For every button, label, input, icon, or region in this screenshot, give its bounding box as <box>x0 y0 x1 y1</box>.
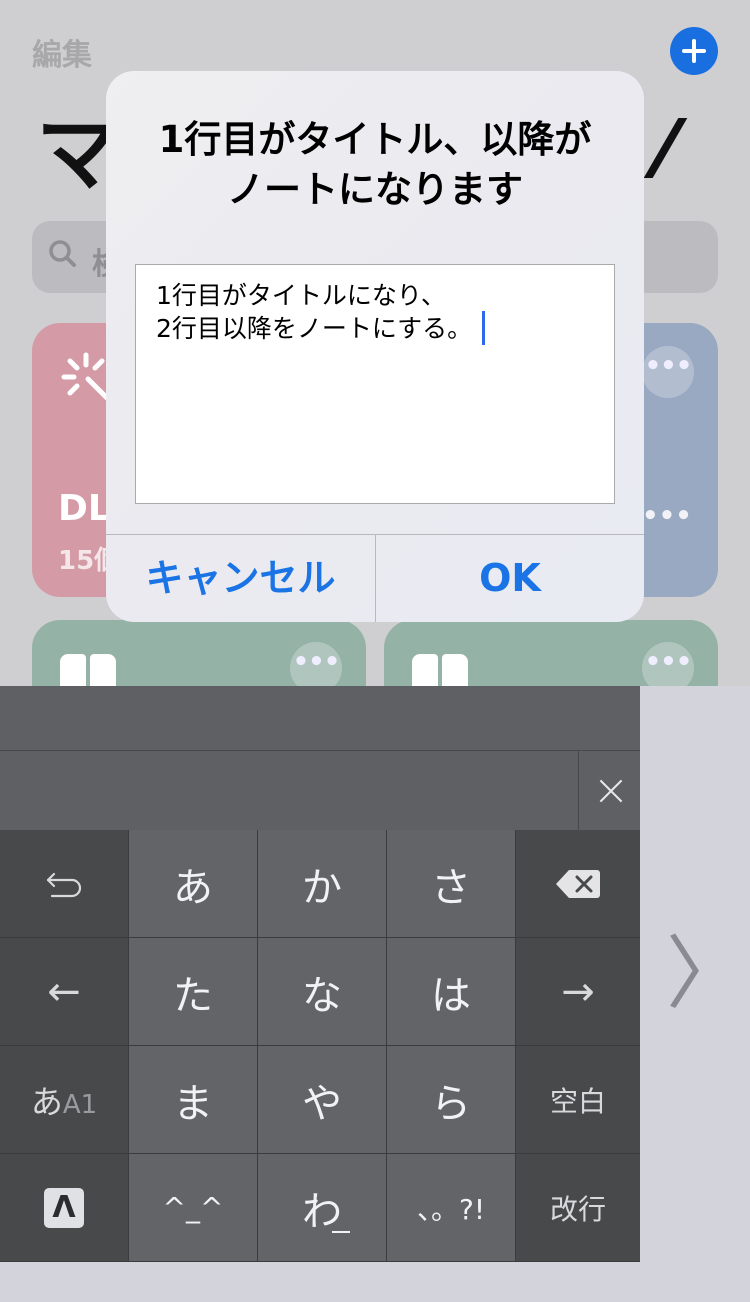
candidate-bar <box>0 686 640 750</box>
shortcut-card[interactable]: ••• <box>384 620 718 686</box>
key-wa-label: わ <box>302 1179 350 1237</box>
alert-dialog: 1行目がタイトル、以降が ノートになります 1行目がタイトルになり、 2行目以降を… <box>106 71 644 622</box>
more-icon[interactable]: ••• <box>642 346 694 398</box>
undo-icon <box>46 872 82 897</box>
more-icon[interactable]: ••• <box>642 642 694 686</box>
composition-bar <box>0 750 640 831</box>
add-shortcut-button[interactable] <box>670 27 718 75</box>
flick-keyboard: あ か さ ← た な は → あA1 ま や ら 空白 Λ ^_^ わ 、。?… <box>0 830 640 1262</box>
more-icon[interactable]: ••• <box>290 642 342 686</box>
chevron-right-icon[interactable]: 〉 <box>666 934 746 1014</box>
key-ha[interactable]: は <box>387 938 515 1045</box>
cursor-left-key[interactable]: ← <box>0 938 128 1045</box>
close-icon[interactable] <box>578 751 640 831</box>
key-punctuation[interactable]: 、。?! <box>387 1154 515 1261</box>
note-text-input[interactable]: 1行目がタイトルになり、 2行目以降をノートにする。 <box>135 264 615 504</box>
mode-alnum: A1 <box>62 1089 98 1120</box>
key-na[interactable]: な <box>258 938 386 1045</box>
ok-button[interactable]: OK <box>376 535 644 622</box>
key-wa[interactable]: わ <box>258 1154 386 1261</box>
note-text-value: 1行目がタイトルになり、 2行目以降をノートにする。 <box>156 281 473 343</box>
key-ta[interactable]: た <box>129 938 257 1045</box>
card-title: DL <box>58 488 111 529</box>
delete-backward-icon <box>556 869 600 898</box>
input-mode-key[interactable]: あA1 <box>0 1046 128 1153</box>
dialog-title: 1行目がタイトル、以降が ノートになります <box>158 118 592 211</box>
mode-kana: あ <box>30 1082 63 1121</box>
input-mode-label: あA1 <box>31 1077 97 1123</box>
edit-button[interactable]: 編集 <box>32 30 92 74</box>
keyboard-logo-icon: Λ <box>44 1187 84 1228</box>
cursor-right-key[interactable]: → <box>516 938 640 1045</box>
search-icon <box>49 240 76 267</box>
key-sa[interactable]: さ <box>387 830 515 937</box>
shortcut-card[interactable]: ••• <box>32 620 366 686</box>
cancel-button[interactable]: キャンセル <box>106 535 375 622</box>
key-ka[interactable]: か <box>258 830 386 937</box>
key-a[interactable]: あ <box>129 830 257 937</box>
key-wa-text: わ <box>302 1188 342 1235</box>
space-key[interactable]: 空白 <box>516 1046 640 1153</box>
book-icon <box>60 654 118 686</box>
book-icon <box>412 654 470 686</box>
key-emoticon[interactable]: ^_^ <box>129 1154 257 1261</box>
undo-key[interactable] <box>0 830 128 937</box>
key-ya[interactable]: や <box>258 1046 386 1153</box>
delete-key[interactable] <box>516 830 640 937</box>
text-caret <box>482 311 486 345</box>
card-more-dots: ••• <box>642 501 692 531</box>
key-ra[interactable]: ら <box>387 1046 515 1153</box>
keyboard-bottom-area <box>0 1262 750 1302</box>
keyboard-side-panel: 〉 <box>640 686 750 1262</box>
key-wa-underline <box>332 1230 350 1233</box>
key-ma[interactable]: ま <box>129 1046 257 1153</box>
return-key[interactable]: 改行 <box>516 1154 640 1261</box>
keyboard-switch-key[interactable]: Λ <box>0 1154 128 1261</box>
